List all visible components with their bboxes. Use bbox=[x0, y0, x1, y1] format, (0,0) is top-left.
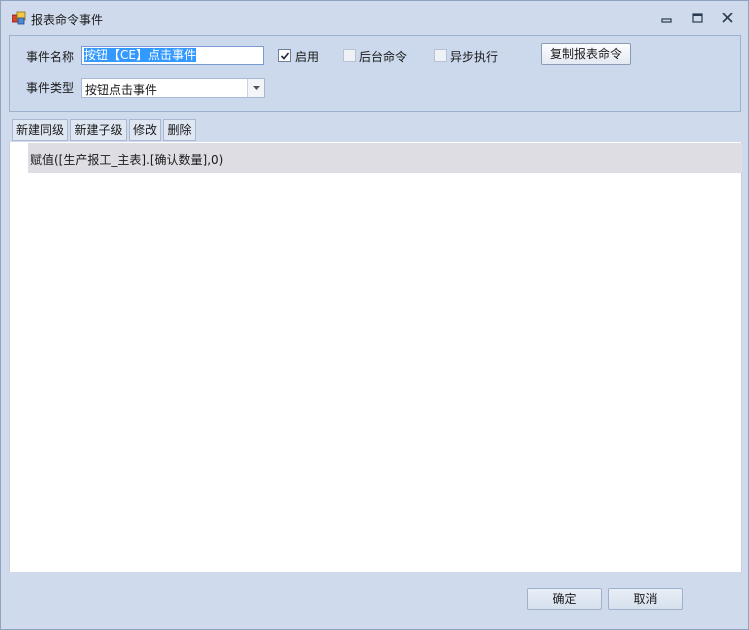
event-settings-panel: 事件名称 按钮【CE】点击事件 启用 后台命令 异步执行 复制报表命令 事件类型… bbox=[9, 35, 741, 112]
copy-report-command-button[interactable]: 复制报表命令 bbox=[541, 43, 631, 65]
tree-row[interactable]: 赋值([生产报工_主表].[确认数量],0) bbox=[28, 143, 742, 173]
ok-button[interactable]: 确定 bbox=[527, 588, 602, 610]
event-name-input[interactable]: 按钮【CE】点击事件 bbox=[81, 46, 264, 65]
enable-checkbox[interactable] bbox=[278, 49, 291, 62]
async-execute-checkbox[interactable] bbox=[434, 49, 447, 62]
cancel-button[interactable]: 取消 bbox=[608, 588, 683, 610]
dropdown-button[interactable] bbox=[247, 79, 264, 97]
dialog-footer: 确定 取消 bbox=[1, 572, 748, 629]
new-child-button[interactable]: 新建子级 bbox=[70, 119, 127, 141]
window-title: 报表命令事件 bbox=[31, 13, 104, 27]
maximize-button[interactable] bbox=[687, 9, 709, 27]
event-name-value: 按钮【CE】点击事件 bbox=[84, 48, 196, 62]
app-icon bbox=[11, 11, 26, 25]
close-button[interactable] bbox=[717, 9, 739, 27]
event-type-value: 按钮点击事件 bbox=[85, 83, 158, 97]
background-command-checkbox[interactable] bbox=[343, 49, 356, 62]
minimize-button[interactable] bbox=[656, 9, 678, 27]
enable-label[interactable]: 启用 bbox=[295, 48, 319, 65]
async-execute-label[interactable]: 异步执行 bbox=[450, 48, 498, 65]
close-icon bbox=[722, 13, 733, 23]
edit-button[interactable]: 修改 bbox=[129, 119, 161, 141]
checkmark-icon bbox=[280, 52, 290, 60]
dialog-window: 报表命令事件 事件名称 按钮【CE】点击事件 启用 后台命令 异步执行 复制报表… bbox=[0, 0, 749, 630]
chevron-down-icon bbox=[253, 86, 260, 90]
background-command-label[interactable]: 后台命令 bbox=[359, 48, 407, 65]
delete-button[interactable]: 删除 bbox=[163, 119, 196, 141]
new-sibling-button[interactable]: 新建同级 bbox=[12, 119, 68, 141]
title-bar[interactable]: 报表命令事件 bbox=[1, 1, 748, 35]
command-tree[interactable]: 赋值([生产报工_主表].[确认数量],0) bbox=[9, 142, 742, 572]
minimize-icon bbox=[661, 18, 672, 23]
event-type-label: 事件类型 bbox=[26, 81, 75, 95]
command-text: 赋值([生产报工_主表].[确认数量],0) bbox=[30, 153, 224, 167]
maximize-icon bbox=[692, 13, 703, 23]
event-type-select[interactable]: 按钮点击事件 bbox=[81, 78, 265, 98]
event-name-label: 事件名称 bbox=[26, 50, 75, 64]
